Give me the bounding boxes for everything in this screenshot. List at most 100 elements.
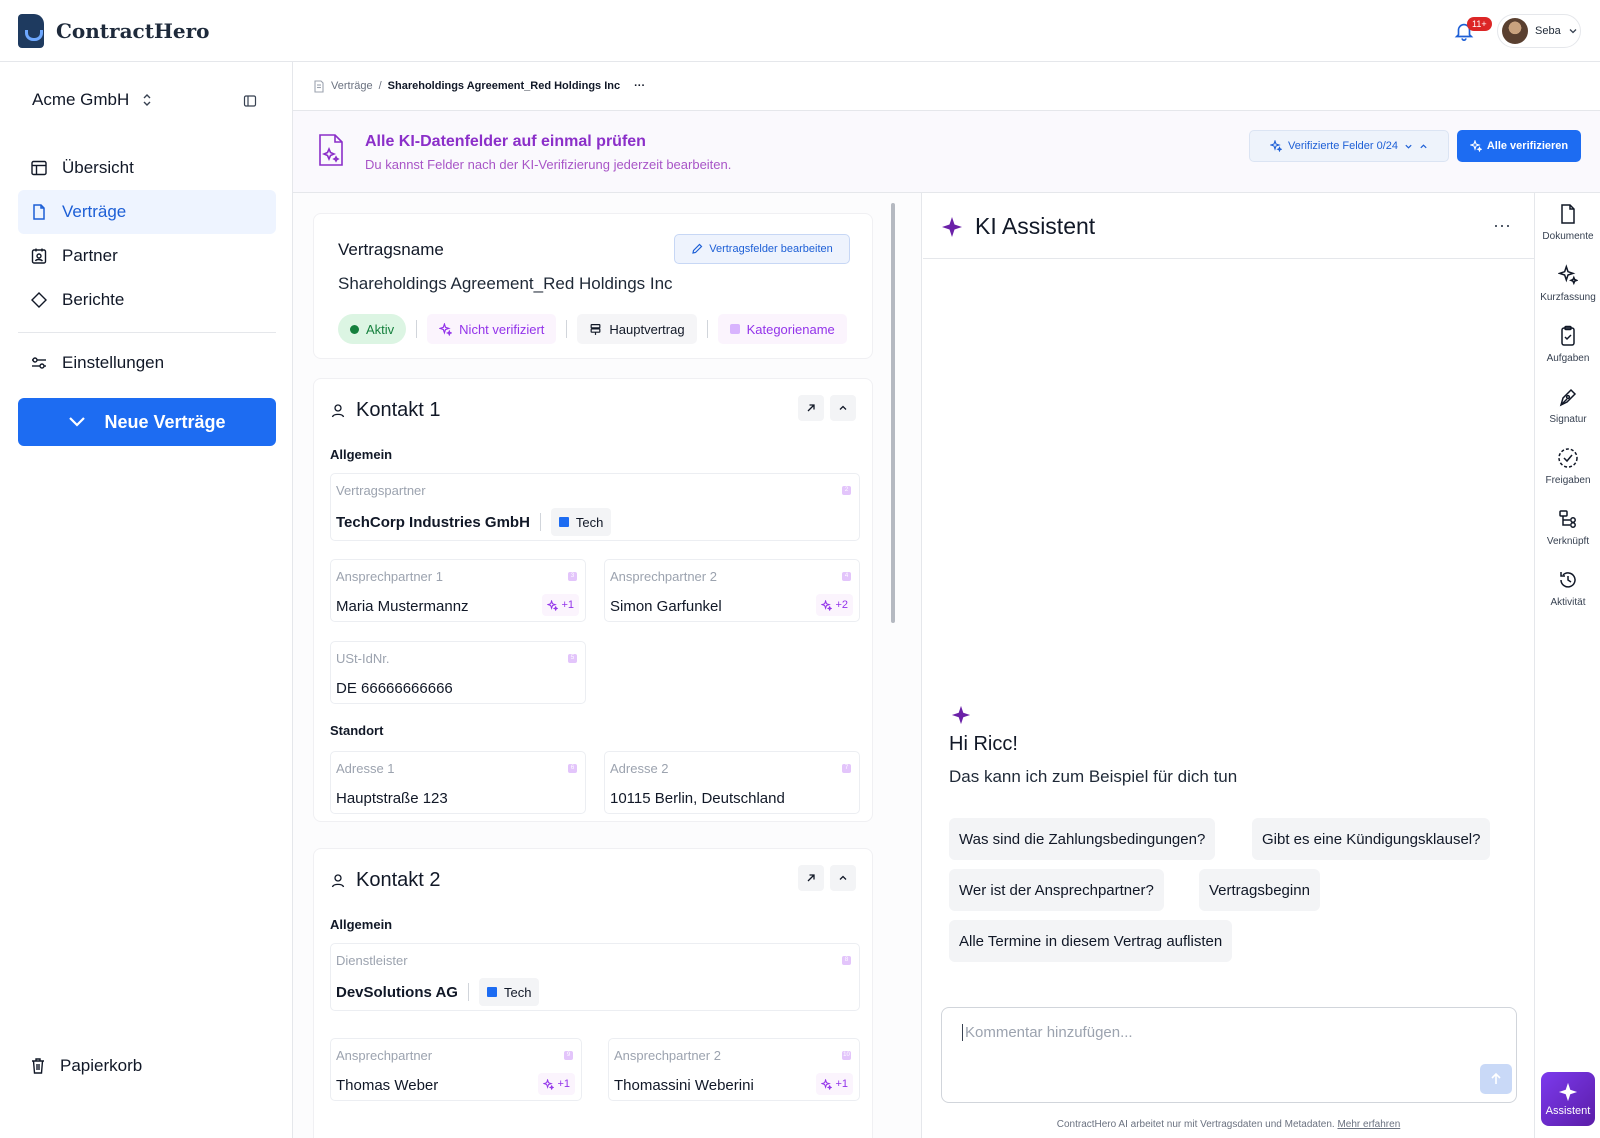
rail-item-aufgaben[interactable]: Aufgaben (1535, 325, 1600, 364)
sidebar-item-uebersicht[interactable]: Übersicht (18, 146, 276, 190)
service-provider-field[interactable]: Dienstleister 8 DevSolutions AG Tech (330, 943, 860, 1011)
verified-fields-dropdown[interactable]: Verifizierte Felder 0/24 (1249, 130, 1449, 162)
scrollbar[interactable] (891, 203, 895, 623)
assistant-greeting: Hi Ricc! (949, 733, 1018, 755)
collapse-contact-button[interactable] (830, 395, 856, 421)
contact-card-2: Kontakt 2 Allgemein Dienstleister 8 DevS… (313, 848, 873, 1138)
rail-label: Kurzfassung (1540, 292, 1596, 303)
tag-divider (706, 320, 708, 338)
sidebar-item-berichte[interactable]: Berichte (18, 278, 276, 322)
sidebar-item-label: Berichte (62, 290, 125, 309)
partner-name: TechCorp Industries GmbH (336, 513, 530, 531)
partner-row: TechCorp Industries GmbH Tech (336, 508, 612, 536)
contract-partner-field[interactable]: Vertragspartner 2 TechCorp Industries Gm… (330, 473, 860, 541)
sparkle-icon (942, 216, 962, 237)
collapse-contact-button[interactable] (830, 865, 856, 891)
sidebar-item-papierkorb[interactable]: Papierkorb (30, 1056, 142, 1076)
verification-badge[interactable]: Nicht verifiziert (427, 314, 557, 344)
sidebar-toggle-icon[interactable] (243, 94, 257, 108)
contact-person-1-field[interactable]: Ansprechpartner 1 3 Maria Mustermannz +1 (330, 559, 586, 622)
ai-suggestions-count: +2 (835, 599, 848, 611)
field-number: 9 (564, 1051, 573, 1060)
partner-category-tag[interactable]: Tech (550, 508, 612, 536)
ai-suggestions-count: +1 (557, 1078, 570, 1090)
assistant-header: KI Assistent ··· (923, 193, 1534, 259)
rail-item-freigaben[interactable]: Freigaben (1535, 447, 1600, 486)
rail-item-aktivitaet[interactable]: Aktivität (1535, 569, 1600, 608)
banner-title: Alle KI-Datenfelder auf einmal prüfen (365, 133, 646, 150)
comment-input[interactable]: Kommentar hinzufügen... (941, 1007, 1517, 1103)
ai-suggestions-badge[interactable]: +1 (816, 1073, 853, 1095)
suggestion-chip[interactable]: Vertragsbeginn (1199, 869, 1320, 911)
edit-contract-fields-button[interactable]: Vertragsfelder bearbeiten (674, 234, 850, 264)
suggestion-chip[interactable]: Wer ist der Ansprechpartner? (949, 869, 1164, 911)
verify-all-label: Alle verifizieren (1486, 140, 1569, 152)
arrow-up-right-icon (807, 874, 815, 882)
suggestion-chip[interactable]: Alle Termine in diesem Vertrag auflisten (949, 920, 1233, 962)
ai-suggestions-badge[interactable]: +2 (816, 594, 853, 616)
address-1-field[interactable]: Adresse 1 6 Hauptstraße 123 (330, 751, 586, 814)
rail-item-kurzfassung[interactable]: Kurzfassung (1535, 264, 1600, 303)
contract-name-label: Vertragsname (338, 240, 444, 259)
logo[interactable]: ContractHero (18, 14, 209, 48)
user-icon (331, 403, 345, 417)
ai-suggestions-count: +1 (561, 599, 574, 611)
chevron-down-icon (1405, 144, 1412, 149)
field-value: Simon Garfunkel (610, 598, 722, 615)
field-label: USt-IdNr. (336, 651, 390, 666)
field-label: Adresse 2 (610, 761, 669, 776)
partner-category-tag[interactable]: Tech (478, 978, 540, 1006)
open-contact-button[interactable] (798, 865, 824, 891)
document-icon (314, 79, 324, 93)
sparkle-icon (547, 599, 559, 611)
learn-more-link[interactable]: Mehr erfahren (1337, 1119, 1400, 1130)
workspace-switcher[interactable]: Acme GmbH (32, 90, 153, 110)
user-menu[interactable]: Seba (1497, 14, 1581, 48)
open-contact-button[interactable] (798, 395, 824, 421)
contract-type-label: Hauptvertrag (609, 321, 685, 337)
contract-type-badge[interactable]: Hauptvertrag (577, 314, 697, 344)
field-value: Thomas Weber (336, 1077, 439, 1094)
contact-person-2-field[interactable]: Ansprechpartner 2 10 Thomassini Weberini… (608, 1038, 860, 1101)
assistant-toggle-button[interactable]: Assistent (1541, 1072, 1595, 1126)
arrow-up-right-icon (807, 404, 815, 412)
status-badge[interactable]: Aktiv (338, 314, 407, 344)
assistant-subtitle: Das kann ich zum Beispiel für dich tun (949, 767, 1238, 786)
user-icon (331, 873, 345, 887)
verify-all-button[interactable]: Alle verifizieren (1457, 130, 1581, 162)
field-number: 8 (842, 956, 851, 965)
contact-person-field[interactable]: Ansprechpartner 9 Thomas Weber +1 (330, 1038, 582, 1101)
sidebar-item-einstellungen[interactable]: Einstellungen (18, 341, 276, 385)
send-button[interactable] (1480, 1064, 1512, 1094)
more-options-icon[interactable]: ··· (1493, 215, 1511, 236)
field-value: DE 66666666666 (336, 680, 453, 697)
field-number: 10 (842, 1051, 851, 1060)
suggestion-chip[interactable]: Was sind die Zahlungsbedingungen? (949, 818, 1216, 860)
rail-item-signatur[interactable]: Signatur (1535, 386, 1600, 425)
suggestion-chip[interactable]: Gibt es eine Kündigungsklausel? (1252, 818, 1491, 860)
sidebar-item-vertraege[interactable]: Verträge (18, 190, 276, 234)
breadcrumb-parent[interactable]: Verträge (331, 80, 373, 92)
rail-item-dokumente[interactable]: Dokumente (1535, 203, 1600, 242)
rail-item-verknuepft[interactable]: Verknüpft (1535, 508, 1600, 547)
new-contracts-button[interactable]: Neue Verträge (18, 398, 276, 446)
stack-icon (590, 323, 601, 335)
notification-badge: 11+ (1467, 17, 1492, 31)
workspace-name: Acme GmbH (32, 90, 130, 109)
logo-icon (18, 14, 44, 48)
sparkle-icon (821, 1078, 833, 1090)
ai-suggestions-badge[interactable]: +1 (538, 1073, 575, 1095)
contact-actions (798, 395, 856, 421)
category-badge[interactable]: Kategoriename (717, 314, 847, 344)
address-2-field[interactable]: Adresse 2 7 10115 Berlin, Deutschland (604, 751, 860, 814)
vat-id-field[interactable]: USt-IdNr. 5 DE 66666666666 (330, 641, 586, 704)
field-label: Dienstleister (336, 953, 408, 968)
ai-suggestions-badge[interactable]: +1 (542, 594, 579, 616)
sidebar-item-partner[interactable]: Partner (18, 234, 276, 278)
arrow-up-icon (1491, 1072, 1501, 1084)
contact-person-2-field[interactable]: Ansprechpartner 2 4 Simon Garfunkel +2 (604, 559, 860, 622)
sidebar: Acme GmbH Übersicht Verträge Partner Ber… (0, 62, 293, 1138)
tag-divider (566, 320, 568, 338)
edit-contract-fields-label: Vertragsfelder bearbeiten (709, 243, 833, 255)
breadcrumb-more-button[interactable]: ··· (634, 80, 645, 92)
